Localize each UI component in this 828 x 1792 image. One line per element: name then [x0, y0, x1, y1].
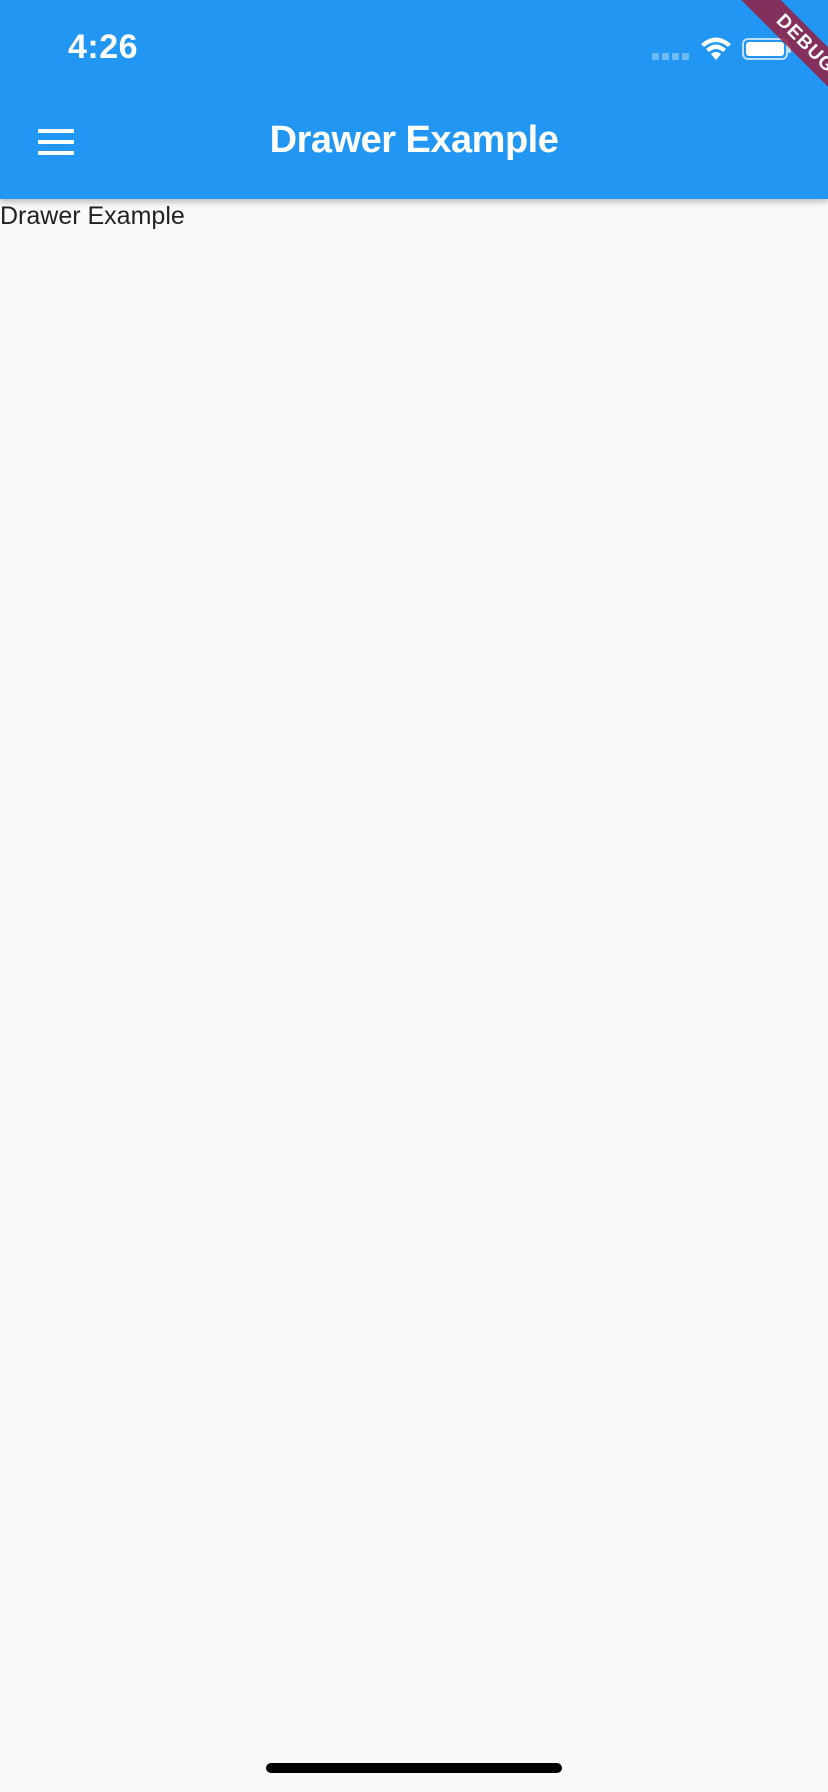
signal-icon: [652, 53, 689, 60]
status-time: 4:26: [68, 28, 139, 66]
debug-banner: DEBUG: [716, 0, 828, 112]
body-text: Drawer Example: [0, 202, 185, 230]
app-bar: 4:26 Drawer Example: [0, 0, 828, 199]
debug-label: DEBUG: [734, 0, 828, 112]
app-title: Drawer Example: [269, 119, 559, 161]
home-indicator[interactable]: [266, 1763, 562, 1773]
